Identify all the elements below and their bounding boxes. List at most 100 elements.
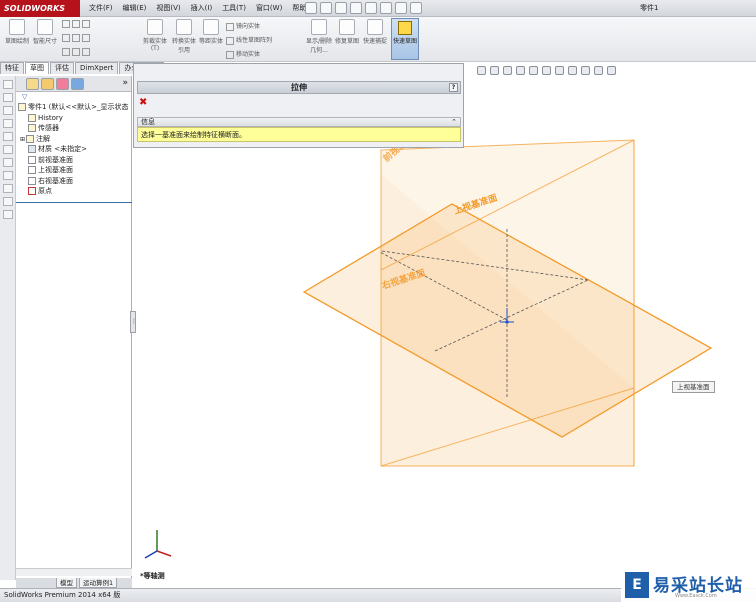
monitor-icon[interactable]: [607, 66, 616, 75]
linear-pattern-button[interactable]: 线性草图阵列: [226, 35, 272, 45]
convert-icon: [176, 19, 192, 35]
tree-item-top-plane[interactable]: 上视基准面: [16, 165, 131, 176]
watermark: E 易采站长站 Www.Easck.Com: [621, 568, 756, 602]
options-icon[interactable]: [410, 2, 422, 14]
display-relations-button[interactable]: 显示/删除几何...: [303, 19, 335, 54]
view-settings-icon[interactable]: [594, 66, 603, 75]
filter-row: ▽: [16, 92, 131, 102]
tree-item-history[interactable]: History: [16, 113, 131, 124]
repair-sketch-button[interactable]: 修复草图: [335, 19, 359, 45]
plane-icon: [28, 166, 36, 174]
configuration-icon[interactable]: [56, 78, 69, 90]
tab-features[interactable]: 特征: [0, 62, 24, 74]
title-bar: SOLIDWORKS 文件(F) 编辑(E) 视图(V) 插入(I) 工具(T)…: [0, 0, 756, 17]
menu-bar: 文件(F) 编辑(E) 视图(V) 插入(I) 工具(T) 窗口(W) 帮助(H…: [84, 0, 322, 17]
print-icon[interactable]: [350, 2, 362, 14]
view-orientation-icon[interactable]: [529, 66, 538, 75]
tree-item-material[interactable]: 材质 <未指定>: [16, 144, 131, 155]
expand-icon[interactable]: »: [122, 78, 128, 88]
tree-item-front-plane[interactable]: 前视基准面: [16, 155, 131, 166]
property-manager-icon[interactable]: [41, 78, 54, 90]
rapid-sketch-button[interactable]: 快速草图: [391, 18, 419, 60]
tree-item-sensors[interactable]: 传感器: [16, 123, 131, 134]
smart-dimension-icon: [37, 19, 53, 35]
view-orientation-label: *等轴测: [140, 572, 165, 580]
save-icon[interactable]: [335, 2, 347, 14]
strip-icon[interactable]: [3, 145, 13, 154]
trim-button[interactable]: 剪裁实体(T): [140, 19, 170, 52]
zoom-fit-icon[interactable]: [477, 66, 486, 75]
zoom-area-icon[interactable]: [490, 66, 499, 75]
message-text: 选择一基准面来绘制特征横断面。: [137, 127, 461, 142]
strip-icon[interactable]: [3, 93, 13, 102]
strip-icon[interactable]: [3, 197, 13, 206]
previous-view-icon[interactable]: [503, 66, 512, 75]
line-tool[interactable]: [62, 20, 92, 28]
mirror-button[interactable]: 镜向实体: [226, 21, 260, 31]
smart-dimension-button[interactable]: 智能尺寸: [32, 19, 58, 45]
menu-file[interactable]: 文件(F): [84, 0, 118, 17]
undo-icon[interactable]: [365, 2, 377, 14]
apply-scene-icon[interactable]: [581, 66, 590, 75]
message-header[interactable]: 信息 ⌃: [137, 117, 461, 127]
display-manager-icon[interactable]: [71, 78, 84, 90]
menu-tools[interactable]: 工具(T): [217, 0, 251, 17]
tab-dimxpert[interactable]: DimXpert: [75, 62, 119, 74]
strip-icon[interactable]: [3, 106, 13, 115]
tab-sketch[interactable]: 草图: [25, 62, 49, 74]
new-icon[interactable]: [305, 2, 317, 14]
section-view-icon[interactable]: [516, 66, 525, 75]
tab-evaluate[interactable]: 评估: [50, 62, 74, 74]
feature-manager: » ▽ 零件1 (默认<<默认>_显示状态 History 传感器 ⊞ 注解 材质…: [16, 76, 132, 580]
strip-icon[interactable]: [3, 184, 13, 193]
select-icon[interactable]: [380, 2, 392, 14]
menu-view[interactable]: 视图(V): [151, 0, 185, 17]
strip-icon[interactable]: [3, 158, 13, 167]
rectangle-tool[interactable]: [62, 34, 92, 42]
rollback-bar[interactable]: [16, 202, 132, 203]
menu-window[interactable]: 窗口(W): [251, 0, 287, 17]
quick-access-toolbar: [305, 2, 422, 15]
convert-entities-button[interactable]: 转换实体引用: [170, 19, 198, 54]
menu-insert[interactable]: 插入(I): [186, 0, 218, 17]
solidworks-logo[interactable]: SOLIDWORKS: [0, 0, 80, 17]
move-entities-button[interactable]: 移动实体: [226, 49, 260, 59]
slot-tool[interactable]: [62, 48, 92, 56]
command-manager: 草图绘制 智能尺寸 剪裁实体(T) 转换实体引用 等距实体 镜向实体 线性草图阵…: [0, 17, 756, 62]
feature-tree-scrollbar[interactable]: [16, 568, 132, 576]
tree-root[interactable]: 零件1 (默认<<默认>_显示状态: [16, 102, 131, 113]
help-icon[interactable]: ?: [449, 83, 458, 92]
open-icon[interactable]: [320, 2, 332, 14]
hide-show-icon[interactable]: [555, 66, 564, 75]
strip-icon[interactable]: [3, 119, 13, 128]
sketch-icon: [9, 19, 25, 35]
menu-edit[interactable]: 编辑(E): [118, 0, 152, 17]
display-style-icon[interactable]: [542, 66, 551, 75]
tab-motion-study[interactable]: 运动算例1: [79, 578, 118, 588]
circle-icon: [72, 20, 80, 28]
linear-pattern-icon: [226, 36, 234, 45]
tree-item-annotations[interactable]: ⊞ 注解: [16, 134, 131, 145]
rapid-snap-button[interactable]: 快速捕捉: [362, 19, 388, 45]
plane-icon: [28, 176, 36, 185]
text-icon: [82, 48, 90, 56]
feature-tree-icon[interactable]: [26, 78, 39, 90]
cancel-icon[interactable]: ✖: [139, 97, 147, 108]
strip-icon[interactable]: [3, 171, 13, 180]
collapse-icon[interactable]: ⌃: [451, 118, 457, 127]
left-icon-strip: [0, 76, 16, 580]
strip-icon[interactable]: [3, 80, 13, 89]
tree-item-right-plane[interactable]: 右视基准面: [16, 176, 131, 187]
strip-icon[interactable]: [3, 132, 13, 141]
offset-entities-button[interactable]: 等距实体: [198, 19, 224, 45]
filter-icon[interactable]: ▽: [22, 93, 27, 101]
rebuild-icon[interactable]: [395, 2, 407, 14]
watermark-subtext: Www.Easck.Com: [675, 593, 717, 599]
edit-appearance-icon[interactable]: [568, 66, 577, 75]
tab-model[interactable]: 模型: [56, 578, 77, 588]
expand-plus-icon[interactable]: ⊞: [20, 136, 25, 143]
strip-icon[interactable]: [3, 210, 13, 219]
sketch-button[interactable]: 草图绘制: [4, 19, 30, 45]
arc-icon: [82, 20, 90, 28]
tree-item-origin[interactable]: 原点: [16, 186, 131, 197]
